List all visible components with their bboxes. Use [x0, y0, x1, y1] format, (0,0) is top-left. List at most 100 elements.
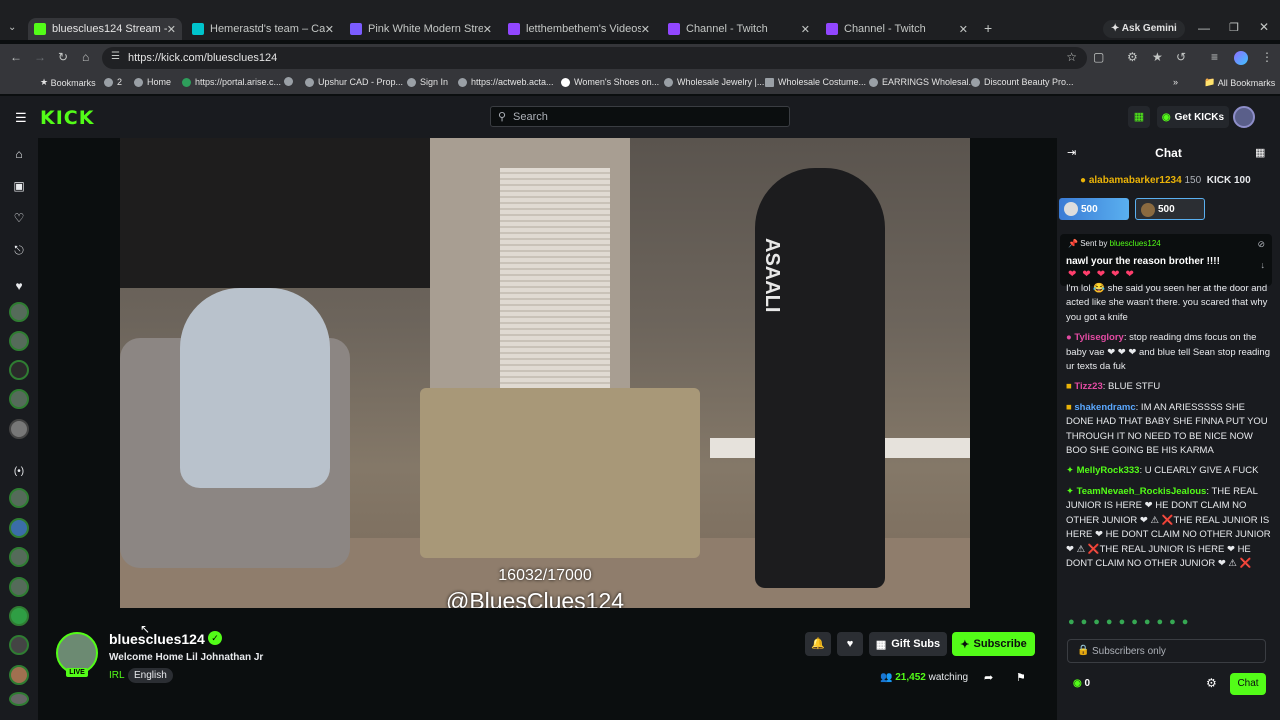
kicks-gift-button[interactable]: 500	[1059, 198, 1129, 220]
leader-2[interactable]: KICK 100	[1207, 175, 1251, 186]
report-flag-icon[interactable]: ⚑	[1016, 671, 1026, 684]
bookmark-item[interactable]: EARRINGS Wholesal...	[869, 77, 976, 87]
gift-subs-button[interactable]: ▦ Gift Subs	[869, 632, 947, 656]
video-player[interactable]: ASAALI 16032/17000 @BluesClues124	[120, 138, 970, 608]
browser-tab[interactable]: Channel - Twitch ✕	[662, 18, 816, 40]
recommended-channel-avatar[interactable]	[9, 547, 29, 567]
ask-gemini-button[interactable]: ✦ Ask Gemini	[1103, 20, 1185, 38]
kicks-gift-button[interactable]: 500	[1135, 198, 1205, 220]
tab-search-icon[interactable]: ⌄	[8, 22, 16, 33]
followed-channel-avatar[interactable]	[9, 389, 29, 409]
language-tag[interactable]: English	[128, 668, 173, 683]
followed-channel-avatar[interactable]	[9, 419, 29, 439]
chat-input-subscribers-only[interactable]: 🔒 Subscribers only	[1067, 639, 1266, 663]
restore-icon[interactable]: ❐	[1229, 21, 1239, 34]
bookmark-item[interactable]: Upshur CAD - Prop...	[305, 77, 403, 87]
followed-channel-avatar[interactable]	[9, 331, 29, 351]
leader-name[interactable]: alabamabarker1234	[1089, 175, 1182, 186]
home-icon[interactable]: ⌂	[82, 50, 89, 64]
get-kicks-button[interactable]: ◉ Get KICKs	[1157, 106, 1229, 128]
recommended-channel-avatar[interactable]	[9, 488, 29, 508]
bookmark-item[interactable]: ★ Bookmarks	[40, 77, 96, 88]
reading-list-icon[interactable]: ≡	[1211, 50, 1218, 64]
password-key-icon[interactable]: ⚙	[1127, 50, 1138, 64]
following-heart-icon[interactable]: ♡	[12, 211, 26, 225]
emote-quick-bar-icon[interactable]: ●●●●●●●●●●	[1068, 616, 1268, 632]
forward-arrow-icon[interactable]: →	[34, 50, 46, 64]
recommended-channel-avatar[interactable]	[9, 577, 29, 597]
new-tab-button[interactable]: +	[984, 20, 992, 36]
bookmark-item[interactable]: Women's Shoes on...	[561, 77, 659, 87]
back-arrow-icon[interactable]: ←	[10, 50, 22, 64]
recommended-channel-avatar[interactable]	[9, 606, 29, 626]
unpin-icon[interactable]: ⊘	[1257, 239, 1265, 250]
chat-username[interactable]: Tyliseglory	[1074, 332, 1123, 343]
chat-settings-gear-icon[interactable]: ⚙	[1206, 676, 1217, 690]
search-input[interactable]: ⚲ Search	[490, 106, 790, 127]
recommended-channel-avatar[interactable]	[9, 518, 29, 538]
followed-channel-avatar[interactable]	[9, 360, 29, 380]
bookmark-item[interactable]: Discount Beauty Pro...	[971, 77, 1074, 87]
followed-channel-avatar[interactable]	[9, 302, 29, 322]
recommended-channel-avatar[interactable]	[9, 692, 29, 706]
bookmark-item[interactable]: https://actweb.acta...	[458, 77, 554, 87]
bookmark-item[interactable]: Home	[134, 77, 171, 87]
user-avatar[interactable]	[1233, 106, 1255, 128]
streamer-name[interactable]: bluesclues124	[109, 631, 205, 647]
hamburger-menu-icon[interactable]: ☰	[15, 110, 27, 126]
tab-close-icon[interactable]: ✕	[325, 23, 334, 36]
share-icon[interactable]: ➦	[984, 671, 993, 684]
site-info-icon[interactable]: ☰	[111, 51, 120, 62]
recommended-channel-avatar[interactable]	[9, 665, 29, 685]
tab-close-icon[interactable]: ✕	[641, 23, 650, 36]
bookmarks-overflow-icon[interactable]: »	[1173, 77, 1178, 87]
profile-avatar[interactable]	[1234, 51, 1248, 65]
menu-kebab-icon[interactable]: ⋮	[1261, 50, 1273, 64]
bookmark-item[interactable]: Wholesale Jewelry |...	[664, 77, 764, 87]
bookmark-item[interactable]: Sign In	[407, 77, 448, 87]
browser-tab[interactable]: Hemerastd's team – Canva✕	[186, 18, 340, 40]
bookmark-item[interactable]: Wholesale Costume...	[765, 77, 866, 87]
home-icon[interactable]: ⌂	[12, 147, 26, 161]
browse-icon[interactable]: ▣	[12, 179, 26, 193]
pinned-message[interactable]: 📌 Sent by bluesclues124 nawl your the re…	[1060, 234, 1272, 286]
follow-heart-icon[interactable]: ♥	[837, 632, 863, 656]
history-icon[interactable]: ↺	[1176, 50, 1186, 64]
tab-close-icon[interactable]: ✕	[483, 23, 492, 36]
chat-username[interactable]: TeamNevaeh_RockisJealous	[1077, 486, 1207, 497]
tab-close-icon[interactable]: ✕	[167, 23, 176, 36]
chat-leaderboard: ● alabamabarker1234 150 KICK 100	[1080, 175, 1270, 186]
address-bar[interactable]: ☰ https://kick.com/bluesclues124 ☆	[102, 47, 1087, 69]
tab-close-icon[interactable]: ✕	[801, 23, 810, 36]
channel-points[interactable]: ◉ 0	[1073, 678, 1090, 689]
chat-send-button[interactable]: Chat	[1230, 673, 1266, 695]
extension-star-icon[interactable]: ★	[1152, 50, 1163, 64]
chat-username[interactable]: Tizz23	[1074, 381, 1102, 392]
extensions-icon[interactable]: ▢	[1093, 50, 1104, 64]
recommended-channel-avatar[interactable]	[9, 635, 29, 655]
bookmark-star-icon[interactable]: ☆	[1066, 50, 1077, 64]
tab-close-icon[interactable]: ✕	[959, 23, 968, 36]
browser-tab[interactable]: Channel - Twitch ✕	[820, 18, 974, 40]
clips-icon[interactable]: ⎋	[12, 243, 26, 258]
bookmark-item[interactable]: 2	[104, 77, 122, 87]
chat-username[interactable]: MellyRock333	[1077, 465, 1140, 476]
reload-icon[interactable]: ↻	[58, 50, 68, 64]
browser-tab[interactable]: bluesclues124 Stream - Wat✕	[28, 18, 182, 40]
bookmark-item[interactable]	[284, 77, 297, 86]
kick-logo[interactable]: KICK	[40, 107, 94, 129]
chat-stats-icon[interactable]: ▦	[1255, 146, 1265, 159]
badge-icon: ■	[1066, 401, 1072, 413]
minimize-icon[interactable]: —	[1198, 21, 1210, 35]
subscribe-button[interactable]: ✦ Subscribe	[952, 632, 1035, 656]
chat-username[interactable]: shakendramc	[1074, 402, 1135, 413]
browser-tab[interactable]: letthembethem's Videos - Twitc✕	[502, 18, 656, 40]
close-window-icon[interactable]: ✕	[1259, 20, 1269, 34]
notification-bell-icon[interactable]: 🔔	[805, 632, 831, 656]
expand-pinned-icon[interactable]: ↓	[1261, 260, 1266, 270]
category-link[interactable]: IRL	[109, 670, 125, 681]
all-bookmarks[interactable]: 📁 All Bookmarks	[1204, 77, 1275, 88]
gift-icon[interactable]: ▦	[1128, 106, 1150, 128]
browser-tab[interactable]: Pink White Modern Stream Star✕	[344, 18, 498, 40]
bookmark-item[interactable]: https://portal.arise.c...	[182, 77, 281, 87]
